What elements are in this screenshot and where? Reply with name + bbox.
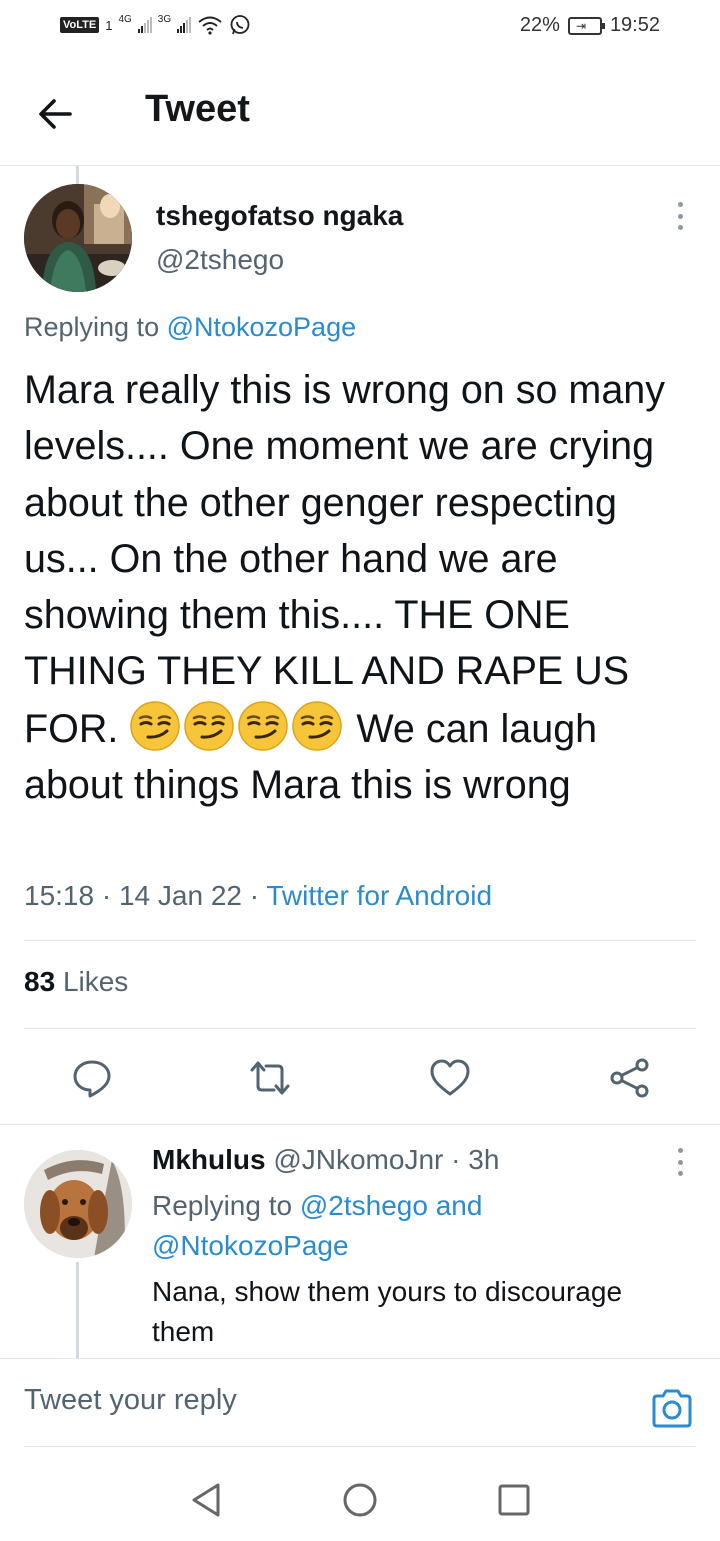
section-divider: [0, 1358, 720, 1359]
status-bar-left: VoLTE 1 4G 3G: [60, 14, 251, 36]
clock: 19:52: [609, 14, 660, 36]
signal-icon: [137, 17, 152, 33]
status-bar: VoLTE 1 4G 3G 22% ⇥ 19:52: [0, 0, 720, 56]
sim-number: 1: [105, 17, 113, 33]
likes-stat[interactable]: 83 Likes: [24, 966, 128, 998]
comment-icon[interactable]: [70, 1056, 114, 1100]
thread-line-reply: [76, 1262, 79, 1358]
system-nav-bar: [0, 1462, 720, 1541]
whatsapp-icon: [230, 15, 250, 35]
divider: [24, 1028, 696, 1029]
author-avatar[interactable]: [24, 184, 132, 292]
tweet-time: 15:18: [24, 880, 95, 911]
reply-replying-link-1[interactable]: @2tshego: [300, 1190, 428, 1221]
wifi-icon: [198, 16, 222, 35]
battery-icon: ⇥: [567, 16, 605, 35]
network-type-1: 4G: [118, 13, 132, 25]
reply-replying-link-2[interactable]: @NtokozoPage: [152, 1230, 349, 1261]
volte-badge: VoLTE: [60, 17, 100, 33]
tweet-date: 14 Jan 22: [118, 880, 242, 911]
reply-compose-input[interactable]: [24, 1384, 584, 1417]
reply-author-avatar[interactable]: [24, 1150, 132, 1258]
reply-header: Mkhulus @JNkomoJnr · 3h: [152, 1144, 500, 1175]
retweet-icon[interactable]: [248, 1056, 292, 1100]
replying-to: Replying to @NtokozoPage: [24, 312, 356, 343]
smirking-face-emoji: [130, 701, 181, 751]
reply-text: Nana, show them yours to discourage them: [152, 1276, 623, 1347]
heart-icon[interactable]: [428, 1056, 472, 1100]
reply-avatar-image: [24, 1150, 132, 1258]
tweet-text-part-1: Mara really this is wrong on so many lev…: [24, 368, 666, 751]
author-avatar-image: [24, 184, 132, 292]
camera-icon[interactable]: [650, 1386, 694, 1430]
smirking-face-emoji: [292, 701, 343, 751]
tweet-text: Mara really this is wrong on so many lev…: [24, 362, 700, 813]
tweet-actions: [0, 1056, 720, 1100]
reply-author-handle[interactable]: @JNkomoJnr: [273, 1144, 443, 1175]
emoji-group: [129, 701, 345, 751]
replying-to-link[interactable]: @NtokozoPage: [167, 312, 357, 342]
nav-recents-icon[interactable]: [494, 1480, 534, 1520]
reply-age: 3h: [468, 1144, 500, 1175]
author-handle[interactable]: @2tshego: [156, 244, 284, 276]
tweet-meta: 15:18 · 14 Jan 22 · Twitter for Android: [24, 880, 493, 911]
smirking-face-emoji: [238, 701, 289, 751]
network-type-2: 3G: [157, 13, 172, 25]
reply-author-name[interactable]: Mkhulus: [152, 1144, 266, 1175]
reply-replying-to: Replying to @2tshego and @NtokozoPage: [152, 1186, 672, 1266]
status-bar-right: 22% ⇥ 19:52: [520, 14, 660, 37]
more-options-icon[interactable]: [670, 196, 690, 236]
signal-icon-2: [177, 17, 192, 33]
smirking-face-emoji: [184, 701, 235, 751]
tweet-source-link[interactable]: Twitter for Android: [266, 880, 492, 911]
page-title: Tweet: [145, 88, 250, 130]
back-arrow-icon[interactable]: [32, 90, 80, 138]
compose-underline: [24, 1446, 696, 1447]
header: Tweet: [0, 56, 720, 166]
nav-back-icon[interactable]: [186, 1480, 226, 1520]
nav-home-icon[interactable]: [340, 1480, 380, 1520]
likes-label: Likes: [62, 966, 129, 997]
battery-percent: 22%: [519, 14, 560, 36]
likes-count: 83: [24, 966, 56, 997]
share-icon[interactable]: [608, 1056, 652, 1100]
section-divider: [0, 1124, 720, 1125]
replying-to-prefix: Replying to: [24, 312, 167, 342]
reply-replying-and: and: [435, 1190, 483, 1221]
reply-replying-prefix: Replying to: [152, 1190, 300, 1221]
divider: [24, 940, 696, 941]
author-name[interactable]: tshegofatso ngaka: [156, 200, 403, 232]
reply-more-options-icon[interactable]: [670, 1142, 690, 1182]
